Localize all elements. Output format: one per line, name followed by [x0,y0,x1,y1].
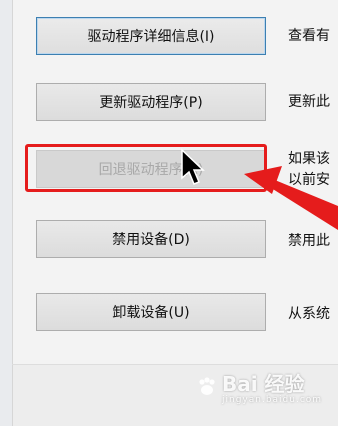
annotation-arrow-icon [244,166,338,230]
baidu-watermark: Bai 经验 jingyan.baidu.com [196,368,322,405]
paw-icon [199,376,215,395]
mouse-cursor-icon [181,148,205,185]
watermark-brand: Bai 经验 [222,372,305,396]
watermark-sub: jingyan.baidu.com [222,395,323,405]
